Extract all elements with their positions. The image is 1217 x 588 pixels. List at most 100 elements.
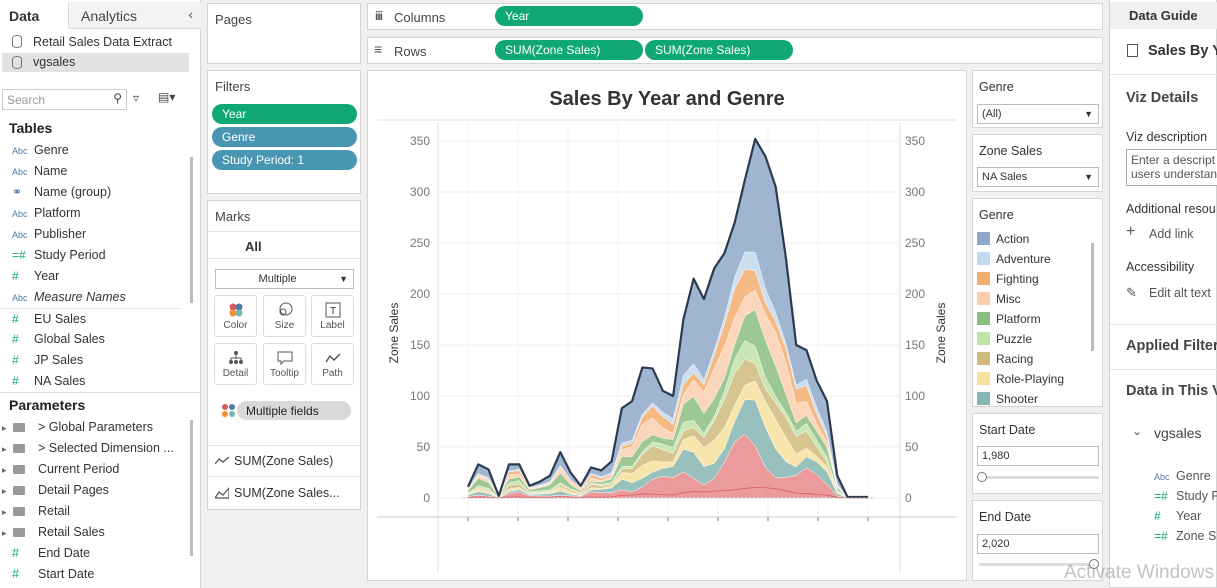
guide-field-item[interactable]: # Year: [1154, 506, 1201, 527]
color-button[interactable]: Color: [214, 295, 257, 337]
guide-field-item[interactable]: =# Zone S: [1154, 526, 1216, 547]
tab-data[interactable]: Data: [0, 2, 68, 29]
parameter-item[interactable]: ▸ Detail Pages: [0, 480, 180, 501]
legend-scrollbar[interactable]: [1091, 243, 1094, 351]
number-type-icon: #: [12, 332, 19, 346]
parameter-item[interactable]: ▸ Retail Sales: [0, 522, 180, 543]
size-button[interactable]: Size: [263, 295, 306, 337]
number-type-icon: #: [12, 567, 19, 581]
filters-card[interactable]: Filters Year Genre Study Period: 1: [207, 70, 361, 194]
field-item[interactable]: Abc Platform: [0, 203, 180, 224]
y-tick-label-right: 150: [905, 338, 925, 352]
parameter-item[interactable]: ▸ Current Period: [0, 459, 180, 480]
divider: [0, 392, 201, 393]
guide-field-item[interactable]: =# Study P: [1154, 486, 1217, 507]
rows-pill-2[interactable]: SUM(Zone Sales): [645, 40, 793, 60]
legend-item[interactable]: Action: [977, 229, 1029, 249]
datasource-item[interactable]: Retail Sales Data Extract: [2, 33, 189, 52]
legend-item[interactable]: Misc: [977, 289, 1021, 309]
columns-shelf[interactable]: iii Columns Year: [367, 3, 1103, 30]
tooltip-button[interactable]: Tooltip: [263, 343, 306, 385]
color-swatch: [977, 232, 990, 245]
measure-row-2[interactable]: SUM(Zone Sales...: [208, 476, 360, 506]
zone-sales-dropdown[interactable]: NA Sales ▼: [977, 167, 1099, 187]
field-item[interactable]: =# Study Period: [0, 245, 180, 266]
field-item[interactable]: Abc Name: [0, 161, 180, 182]
y-tick-label-right: 50: [905, 440, 919, 454]
string-type-icon: Abc: [12, 293, 28, 303]
detail-button[interactable]: Detail: [214, 343, 257, 385]
legend-item[interactable]: Platform: [977, 309, 1041, 329]
columns-pill-year[interactable]: Year: [495, 6, 643, 26]
viz-description-input[interactable]: Enter a descript users understan: [1126, 149, 1217, 186]
field-item[interactable]: ⚭ Name (group): [0, 182, 180, 203]
chevron-down-icon[interactable]: ⌄: [1132, 424, 1142, 438]
field-item[interactable]: Abc Publisher: [0, 224, 180, 245]
filter-pill-study-period[interactable]: Study Period: 1: [212, 150, 357, 170]
mark-type-select[interactable]: Multiple ▼: [215, 269, 354, 289]
line-icon: [215, 456, 229, 465]
view-canvas[interactable]: Sales By Year and Genre 0 0 50 50 100 100 150 1…: [367, 70, 967, 581]
string-type-icon: Abc: [12, 230, 28, 240]
pages-card[interactable]: Pages: [207, 3, 361, 64]
plus-icon: +: [1126, 223, 1136, 240]
marks-card: Marks All Multiple ▼ Color Size T Label D…: [207, 200, 361, 510]
parameter-item[interactable]: # End Date: [0, 543, 180, 564]
field-item[interactable]: # JP Sales: [0, 350, 180, 371]
folder-icon: ▸: [2, 522, 38, 544]
legend-item[interactable]: Fighting: [977, 269, 1039, 289]
legend-item[interactable]: Puzzle: [977, 329, 1032, 349]
database-icon: [12, 35, 22, 48]
genre-dropdown[interactable]: (All) ▼: [977, 104, 1099, 124]
rows-shelf[interactable]: ≡ Rows SUM(Zone Sales) SUM(Zone Sales): [367, 37, 1103, 64]
legend-item[interactable]: Racing: [977, 349, 1033, 369]
field-item[interactable]: # Global Sales: [0, 329, 180, 350]
add-link-button[interactable]: + Add link: [1126, 223, 1217, 244]
marks-all-tab[interactable]: All: [208, 231, 360, 259]
rows-pill-1[interactable]: SUM(Zone Sales): [495, 40, 643, 60]
datasource-item-selected[interactable]: vgsales: [2, 53, 189, 72]
y-tick-label-left: 250: [410, 236, 430, 250]
detail-icon: [228, 351, 243, 364]
guide-field-list: Abc Genre =# Study P # Year =# Zone S: [1110, 466, 1217, 556]
tab-data-guide[interactable]: Data Guide: [1110, 2, 1217, 29]
field-item[interactable]: Abc Measure Names: [0, 287, 180, 308]
field-item[interactable]: Abc Genre: [0, 140, 180, 161]
field-scrollbar[interactable]: [190, 157, 193, 303]
search-input[interactable]: Search ⚲: [2, 89, 127, 110]
field-item[interactable]: # NA Sales: [0, 371, 180, 392]
start-date-slider-track[interactable]: [979, 476, 1099, 479]
measure-row-1[interactable]: SUM(Zone Sales): [208, 445, 360, 474]
legend-item[interactable]: Adventure: [977, 249, 1051, 269]
parameter-item[interactable]: ▸ Retail: [0, 501, 180, 522]
collapse-icon[interactable]: ‹: [188, 6, 193, 22]
label-button[interactable]: T Label: [311, 295, 354, 337]
database-icon: [12, 56, 22, 69]
color-swatch: [977, 332, 990, 345]
edit-alt-text-button[interactable]: ✎ Edit alt text: [1126, 285, 1217, 303]
start-date-input[interactable]: 1,980: [977, 446, 1099, 466]
start-date-slider-handle[interactable]: [977, 472, 987, 482]
parameter-item[interactable]: ▸ > Global Parameters: [0, 417, 180, 438]
folder-icon: ▸: [2, 459, 38, 481]
field-item[interactable]: # EU Sales: [0, 308, 180, 329]
param-scrollbar[interactable]: [190, 420, 193, 556]
y-tick-label-left: 350: [410, 134, 430, 148]
filter-pill-genre[interactable]: Genre: [212, 127, 357, 147]
tab-analytics[interactable]: Analytics ‹: [68, 2, 201, 29]
tooltip-icon: [277, 351, 292, 366]
color-swatch: [977, 252, 990, 265]
multiple-fields-pill[interactable]: Multiple fields: [219, 401, 351, 420]
parameter-item[interactable]: ▸ > Selected Dimension ...: [0, 438, 180, 459]
end-date-input[interactable]: 2,020: [977, 534, 1099, 554]
field-item[interactable]: # Year: [0, 266, 180, 287]
parameter-list: ▸ > Global Parameters ▸ > Selected Dimensio…: [0, 417, 190, 588]
legend-item[interactable]: Shooter: [977, 389, 1038, 409]
parameter-item[interactable]: # Start Date: [0, 564, 180, 585]
filter-pill-year[interactable]: Year: [212, 104, 357, 124]
guide-field-item[interactable]: Abc Genre: [1154, 466, 1211, 487]
path-button[interactable]: Path: [311, 343, 354, 385]
view-options-icon[interactable]: ▤▾: [158, 90, 175, 104]
filter-icon[interactable]: ▿: [133, 91, 139, 105]
legend-item[interactable]: Role-Playing: [977, 369, 1064, 389]
